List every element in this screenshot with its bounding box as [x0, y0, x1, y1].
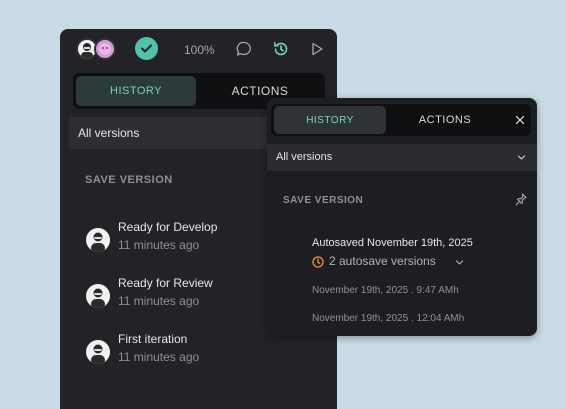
- version-title: First iteration: [118, 332, 188, 346]
- version-filter-select[interactable]: All versions: [267, 144, 537, 171]
- comment-icon[interactable]: [235, 40, 253, 58]
- version-title: Ready for Review: [118, 276, 213, 290]
- chevron-down-icon: [517, 155, 526, 160]
- tab-history[interactable]: HISTORY: [274, 106, 386, 134]
- version-title: Ready for Develop: [118, 220, 218, 234]
- user-avatar-icon: [91, 288, 105, 308]
- version-item[interactable]: First iteration 11 minutes ago: [86, 332, 326, 368]
- avatar: [86, 340, 110, 364]
- version-filter-label: All versions: [276, 151, 333, 163]
- avatar: [86, 228, 110, 252]
- close-icon[interactable]: [514, 114, 526, 126]
- history-popup: HISTORY ACTIONS All versions SAVE VERSIO…: [267, 98, 537, 336]
- zoom-level[interactable]: 100%: [184, 43, 215, 57]
- play-icon[interactable]: [308, 40, 326, 58]
- user-avatar-icon: [91, 232, 105, 252]
- version-time: 11 minutes ago: [118, 350, 200, 364]
- popup-tabs: HISTORY ACTIONS: [271, 104, 531, 136]
- autosave-count: 2 autosave versions: [329, 254, 436, 268]
- version-filter-label: All versions: [78, 126, 140, 140]
- autosave-entry[interactable]: November 19th, 2025 . 9:47 AMh: [312, 285, 459, 296]
- clock-icon: [312, 256, 324, 268]
- toolbar: 100%: [60, 29, 337, 69]
- autosave-title: Autosaved November 19th, 2025: [312, 237, 473, 249]
- version-time: 11 minutes ago: [118, 294, 200, 308]
- save-version-heading[interactable]: SAVE VERSION: [283, 195, 363, 206]
- autosave-entry[interactable]: November 19th, 2025 . 12:04 AMh: [312, 313, 464, 324]
- history-icon[interactable]: [272, 40, 290, 58]
- tab-actions[interactable]: ACTIONS: [389, 106, 501, 134]
- save-version-heading[interactable]: SAVE VERSION: [85, 174, 173, 186]
- user-avatar-icon: [99, 43, 111, 55]
- collaborator-avatars[interactable]: [76, 38, 120, 60]
- pin-icon[interactable]: [515, 193, 527, 206]
- avatar[interactable]: [94, 38, 116, 60]
- avatar: [86, 284, 110, 308]
- chevron-down-icon: [455, 260, 464, 265]
- tab-history[interactable]: HISTORY: [76, 76, 196, 106]
- version-time: 11 minutes ago: [118, 238, 200, 252]
- check-icon[interactable]: [135, 37, 158, 60]
- user-avatar-icon: [91, 344, 105, 364]
